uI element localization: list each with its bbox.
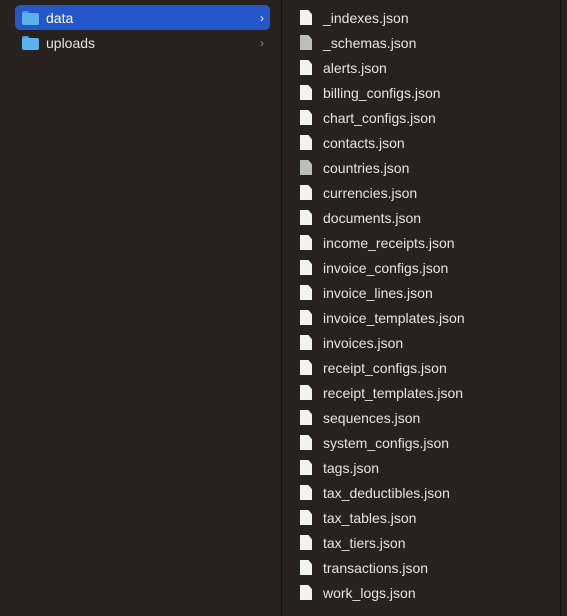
file-item[interactable]: receipt_configs.json <box>300 355 555 380</box>
folder-label: uploads <box>46 34 96 51</box>
file-icon <box>300 560 312 575</box>
file-item[interactable]: work_logs.json <box>300 580 555 605</box>
file-icon <box>300 10 312 25</box>
file-label: documents.json <box>323 209 422 226</box>
file-item[interactable]: invoice_lines.json <box>300 280 555 305</box>
file-label: tax_deductibles.json <box>323 484 450 501</box>
file-label: alerts.json <box>323 59 387 76</box>
file-item[interactable]: tax_deductibles.json <box>300 480 555 505</box>
file-label: system_configs.json <box>323 434 450 451</box>
file-item[interactable]: documents.json <box>300 205 555 230</box>
file-icon <box>300 585 312 600</box>
file-item[interactable]: tax_tiers.json <box>300 530 555 555</box>
file-icon <box>300 110 312 125</box>
file-label: billing_configs.json <box>323 84 441 101</box>
file-icon <box>300 310 312 325</box>
file-item[interactable]: transactions.json <box>300 555 555 580</box>
empty-column <box>561 0 567 616</box>
file-icon <box>300 160 312 175</box>
file-label: tax_tiers.json <box>323 534 406 551</box>
folder-icon <box>22 10 39 25</box>
file-item[interactable]: invoices.json <box>300 330 555 355</box>
file-item[interactable]: countries.json <box>300 155 555 180</box>
file-label: invoice_configs.json <box>323 259 449 276</box>
file-label: tags.json <box>323 459 380 476</box>
file-label: sequences.json <box>323 409 421 426</box>
file-item[interactable]: system_configs.json <box>300 430 555 455</box>
file-label: income_receipts.json <box>323 234 455 251</box>
file-icon <box>300 135 312 150</box>
file-item[interactable]: tags.json <box>300 455 555 480</box>
file-icon <box>300 335 312 350</box>
file-item[interactable]: alerts.json <box>300 55 555 80</box>
file-icon <box>300 435 312 450</box>
file-column: _indexes.json _schemas.json alerts.json bil… <box>282 0 561 616</box>
file-icon <box>300 35 312 50</box>
folder-icon <box>22 35 39 50</box>
file-label: countries.json <box>323 159 410 176</box>
file-item[interactable]: invoice_configs.json <box>300 255 555 280</box>
file-label: _schemas.json <box>323 34 417 51</box>
folder-item[interactable]: data › <box>15 5 270 30</box>
file-item[interactable]: receipt_templates.json <box>300 380 555 405</box>
file-item[interactable]: billing_configs.json <box>300 80 555 105</box>
file-item[interactable]: contacts.json <box>300 130 555 155</box>
folder-item[interactable]: uploads › <box>15 30 270 55</box>
file-icon <box>300 360 312 375</box>
file-label: contacts.json <box>323 134 405 151</box>
file-icon <box>300 510 312 525</box>
file-item[interactable]: _schemas.json <box>300 30 555 55</box>
file-item[interactable]: chart_configs.json <box>300 105 555 130</box>
file-item[interactable]: _indexes.json <box>300 5 555 30</box>
file-item[interactable]: invoice_templates.json <box>300 305 555 330</box>
file-label: _indexes.json <box>323 9 409 26</box>
file-label: work_logs.json <box>323 584 416 601</box>
folder-label: data <box>46 9 74 26</box>
file-icon <box>300 385 312 400</box>
file-label: currencies.json <box>323 184 418 201</box>
file-label: transactions.json <box>323 559 429 576</box>
file-icon <box>300 535 312 550</box>
file-label: receipt_templates.json <box>323 384 464 401</box>
file-icon <box>300 485 312 500</box>
file-icon <box>300 235 312 250</box>
file-icon <box>300 210 312 225</box>
file-label: invoice_templates.json <box>323 309 465 326</box>
file-label: invoices.json <box>323 334 404 351</box>
file-item[interactable]: currencies.json <box>300 180 555 205</box>
file-label: chart_configs.json <box>323 109 436 126</box>
folder-column: data › uploads › <box>0 0 282 616</box>
file-icon <box>300 410 312 425</box>
file-icon <box>300 60 312 75</box>
file-icon <box>300 285 312 300</box>
file-icon <box>300 185 312 200</box>
chevron-right-icon: › <box>260 10 264 25</box>
file-item[interactable]: tax_tables.json <box>300 505 555 530</box>
file-label: receipt_configs.json <box>323 359 447 376</box>
file-icon <box>300 85 312 100</box>
file-icon <box>300 460 312 475</box>
file-label: invoice_lines.json <box>323 284 433 301</box>
file-item[interactable]: sequences.json <box>300 405 555 430</box>
file-icon <box>300 260 312 275</box>
file-label: tax_tables.json <box>323 509 417 526</box>
file-item[interactable]: income_receipts.json <box>300 230 555 255</box>
chevron-right-icon: › <box>260 35 264 50</box>
